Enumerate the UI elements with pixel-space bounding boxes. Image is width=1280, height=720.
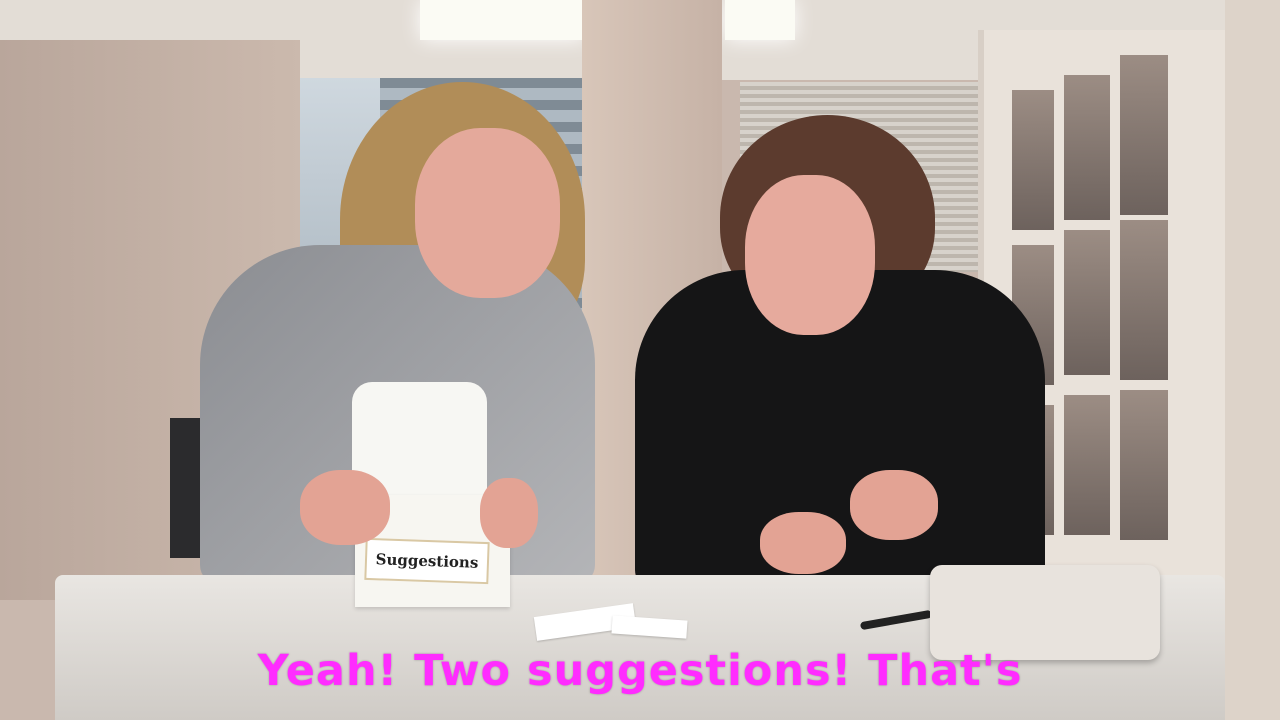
door-pane: [1120, 55, 1168, 215]
office-scene: Suggestions Yeah! Two suggestions! That'…: [0, 0, 1280, 720]
door-pane: [1120, 220, 1168, 380]
door-frame: [1225, 0, 1280, 720]
left-hand-second: [480, 478, 538, 548]
woman-left-face: [415, 128, 560, 298]
woman-right-face: [745, 175, 875, 335]
ceiling-light-left: [420, 0, 585, 40]
door-pane: [1120, 390, 1168, 540]
right-hand: [760, 512, 846, 574]
right-hand-second: [850, 470, 938, 540]
door-pane: [1064, 230, 1110, 375]
door-pane: [1012, 90, 1054, 230]
left-hand: [300, 470, 390, 545]
suggestion-box-label: Suggestions: [364, 537, 490, 585]
caption: Yeah! Two suggestions! That's: [257, 646, 1023, 696]
ceiling-light-right: [725, 0, 795, 40]
door-pane: [1064, 75, 1110, 220]
door-pane: [1064, 395, 1110, 535]
